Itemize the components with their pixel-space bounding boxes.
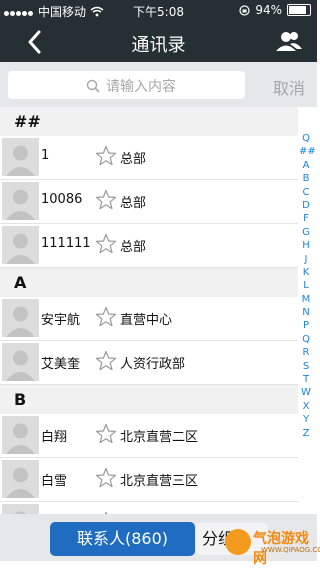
avatar-icon <box>2 460 39 498</box>
search-bar: 请输入内容 取消 <box>0 62 317 107</box>
star-icon[interactable] <box>95 145 117 167</box>
index-letter[interactable]: P <box>299 319 313 332</box>
index-letter[interactable]: N <box>299 306 313 319</box>
nav-bar: 通讯录 <box>0 22 317 62</box>
avatar-icon <box>2 299 39 337</box>
contact-row[interactable]: 安宇航 直营中心 <box>0 297 298 341</box>
avatar-icon <box>2 416 39 454</box>
contact-department: 北京直营三区 <box>120 474 199 489</box>
index-letter[interactable]: W <box>299 386 313 399</box>
index-letter[interactable]: G <box>299 226 313 239</box>
contact-row[interactable]: 1 总部 <box>0 136 298 180</box>
star-icon[interactable] <box>95 350 117 372</box>
section-header: A <box>0 268 298 297</box>
alphabet-index[interactable]: Q ## A B C D F G H J K L M N P Q R S T W X Y Z <box>299 132 316 440</box>
index-letter[interactable]: D <box>299 199 313 212</box>
avatar-icon <box>2 226 39 264</box>
index-letter[interactable]: L <box>299 279 313 292</box>
watermark-url: WWW.QIPAOG.COM <box>261 546 320 554</box>
contact-row[interactable]: 艾美奎 人资行政部 <box>0 341 298 385</box>
index-letter[interactable]: ## <box>299 145 316 158</box>
tab-contacts[interactable]: 联系人(860) <box>50 522 195 556</box>
index-letter[interactable]: X <box>299 400 313 413</box>
index-letter[interactable]: K <box>299 266 313 279</box>
battery-icon <box>287 4 311 16</box>
star-icon[interactable] <box>95 423 117 445</box>
contact-row[interactable]: 白雪 北京直营三区 <box>0 458 298 502</box>
contact-name: 1 <box>41 148 50 163</box>
search-icon <box>86 79 100 93</box>
index-letter[interactable]: T <box>299 373 313 386</box>
contact-name: 10086 <box>41 192 83 207</box>
contact-department: 总部 <box>120 196 147 211</box>
contact-name: 111111 <box>41 236 91 251</box>
contact-department: 人资行政部 <box>120 357 186 372</box>
battery-percent: 94% <box>255 3 282 17</box>
bottom-bar: 分组 联系人(860) 气泡游戏网 WWW.QIPAOG.COM <box>0 514 320 567</box>
star-icon[interactable] <box>95 189 117 211</box>
contact-name: 白翔 <box>41 430 68 445</box>
search-placeholder: 请输入内容 <box>106 79 176 95</box>
contact-row[interactable]: 10086 总部 <box>0 180 298 224</box>
index-letter[interactable]: H <box>299 239 313 252</box>
index-letter[interactable]: M <box>299 293 313 306</box>
page-title: 通讯录 <box>131 35 186 56</box>
cancel-button[interactable]: 取消 <box>273 75 305 99</box>
contact-name: 白雪 <box>41 474 68 489</box>
contact-list: ## 1 总部 10086 总部 111111 总部 A 安宇航 直营中心 艾美奎 人资行政部 B 白翔北… <box>0 107 298 561</box>
index-letter[interactable]: Y <box>299 413 313 426</box>
avatar-icon <box>2 138 39 176</box>
star-icon[interactable] <box>95 306 117 328</box>
index-letter[interactable]: R <box>299 346 313 359</box>
index-letter[interactable]: B <box>299 172 313 185</box>
rotation-lock-icon <box>239 4 250 16</box>
index-letter[interactable]: Z <box>299 427 313 440</box>
bubble-logo-icon <box>225 529 251 555</box>
star-icon[interactable] <box>95 233 117 255</box>
contact-row[interactable]: 111111 总部 <box>0 224 298 268</box>
contact-name: 安宇航 <box>41 313 81 328</box>
index-letter[interactable]: J <box>299 253 313 266</box>
contact-row[interactable]: 白翔 北京直营二区 <box>0 414 298 458</box>
status-bar: 中国移动 下午5:08 94% <box>0 0 317 22</box>
contact-department: 北京直营二区 <box>120 430 199 445</box>
index-letter[interactable]: A <box>299 159 313 172</box>
index-letter[interactable]: Q <box>299 333 313 346</box>
index-letter[interactable]: Q <box>299 132 313 145</box>
contact-department: 总部 <box>120 240 147 255</box>
contact-name: 艾美奎 <box>41 357 81 372</box>
section-header: B <box>0 385 298 414</box>
avatar-icon <box>2 343 39 381</box>
star-icon[interactable] <box>95 467 117 489</box>
index-letter[interactable]: S <box>299 360 313 373</box>
watermark-logo: 气泡游戏网 WWW.QIPAOG.COM <box>225 525 320 567</box>
index-letter[interactable]: C <box>299 186 313 199</box>
contact-department: 总部 <box>120 152 147 167</box>
index-letter[interactable]: F <box>299 212 313 225</box>
section-header: ## <box>0 107 298 136</box>
contact-department: 直营中心 <box>120 313 173 328</box>
search-input[interactable]: 请输入内容 <box>8 71 245 99</box>
people-icon[interactable] <box>275 30 303 54</box>
avatar-icon <box>2 182 39 220</box>
